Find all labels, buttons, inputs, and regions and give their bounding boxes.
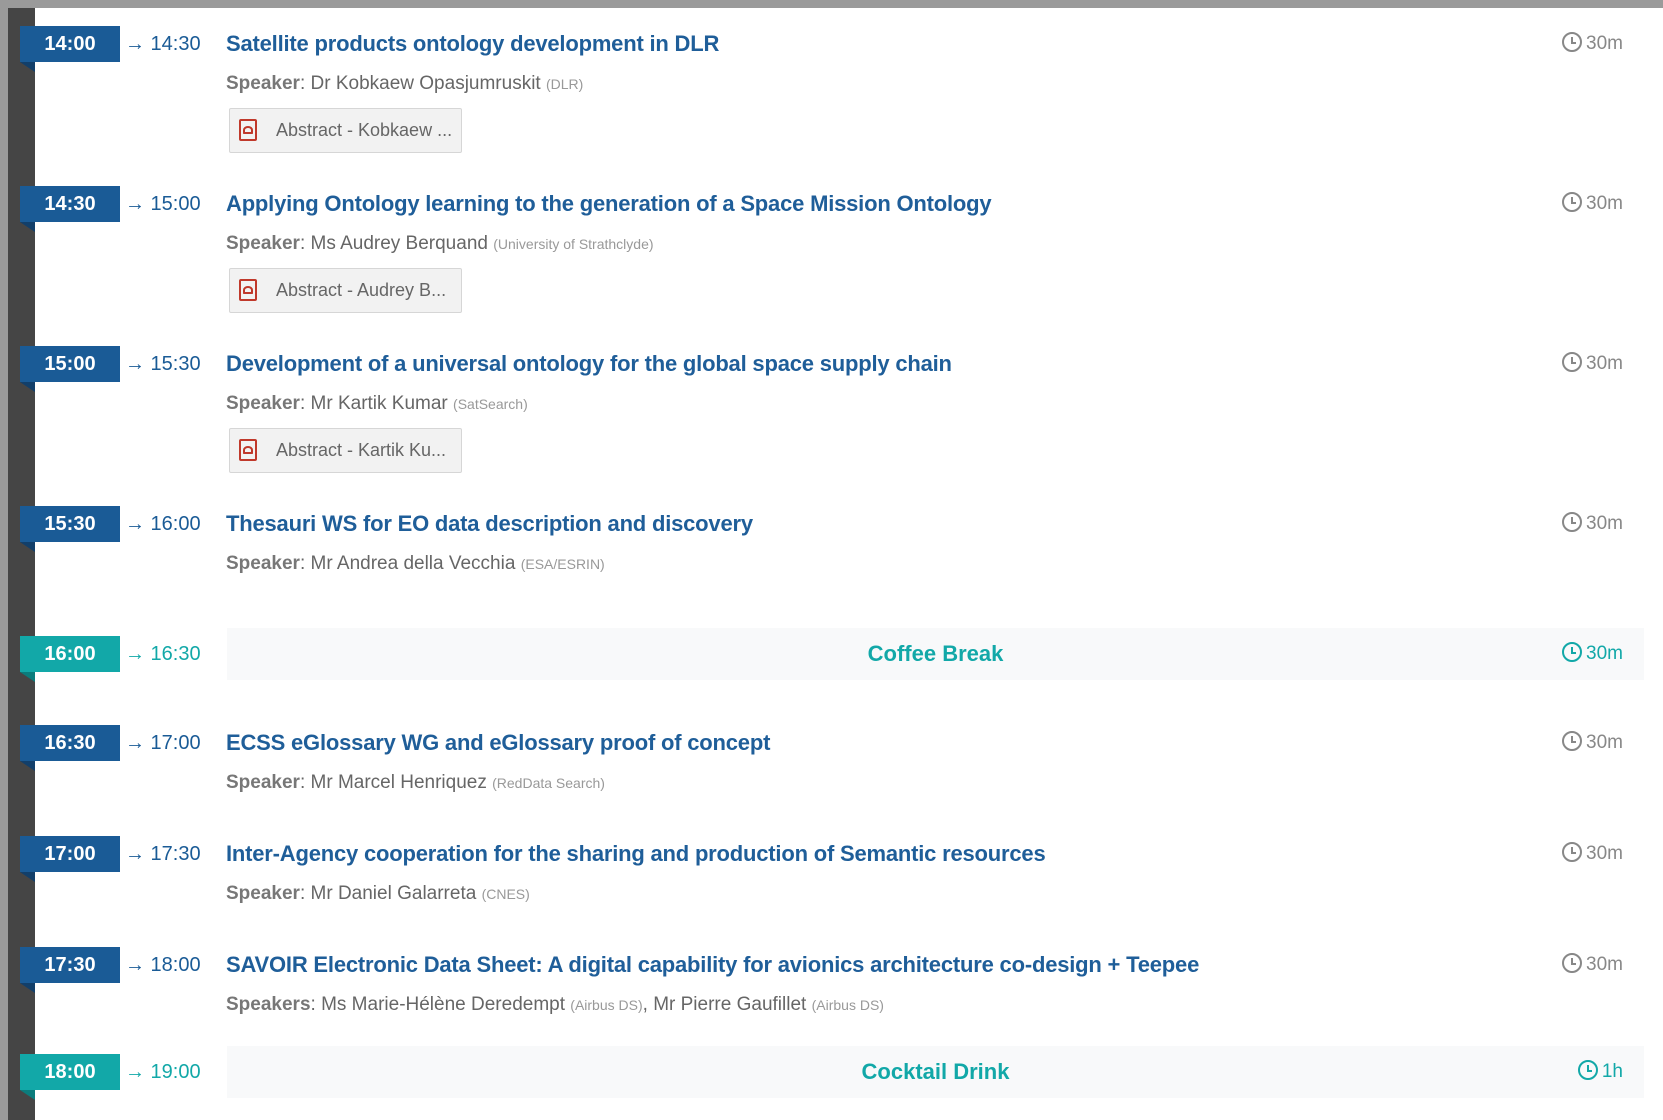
speaker-affiliation: (CNES) <box>481 886 530 902</box>
clock-icon <box>1562 731 1583 751</box>
contribution-title-link[interactable]: Satellite products ontology development … <box>226 26 719 62</box>
clock-icon <box>1562 642 1583 662</box>
break-title: Cocktail Drink <box>861 1059 1010 1084</box>
duration: 1h <box>1577 1054 1623 1090</box>
duration-value: 30m <box>1586 643 1623 664</box>
start-time-badge: 17:00 <box>20 836 120 882</box>
duration-value: 30m <box>1586 193 1623 214</box>
start-time-badge: 16:30 <box>20 725 120 771</box>
end-time: → 15:30 <box>125 353 201 375</box>
duration: 30m <box>1562 947 1623 983</box>
speaker-name: Mr Andrea della Vecchia <box>310 553 516 574</box>
clock-icon <box>1562 512 1583 532</box>
clock-icon <box>1577 1060 1598 1080</box>
speaker2-affiliation: (Airbus DS) <box>811 997 884 1013</box>
duration-value: 30m <box>1586 954 1623 975</box>
duration: 30m <box>1562 836 1623 872</box>
speaker-label: Speaker <box>226 233 300 254</box>
abstract-attachment-button[interactable]: Abstract - Kobkaew ... <box>229 108 462 153</box>
duration: 30m <box>1562 636 1623 672</box>
speaker-affiliation: (University of Strathclyde) <box>493 236 654 252</box>
duration-value: 30m <box>1586 843 1623 864</box>
duration: 30m <box>1562 506 1623 542</box>
duration: 30m <box>1562 346 1623 382</box>
start-time-badge: 18:00 <box>20 1054 120 1100</box>
start-time-badge: 15:00 <box>20 346 120 392</box>
abstract-attachment-button[interactable]: Abstract - Kartik Ku... <box>229 428 462 473</box>
speaker-name: Dr Kobkaew Opasjumruskit <box>310 73 541 94</box>
speaker-affiliation: (ESA/ESRIN) <box>520 556 605 572</box>
contribution-title-link[interactable]: Inter-Agency cooperation for the sharing… <box>226 836 1046 872</box>
clock-icon <box>1562 953 1583 973</box>
speaker-line: Speaker: Ms Audrey Berquand (University … <box>226 233 654 254</box>
speaker-affiliation: (DLR) <box>546 76 584 92</box>
end-time: → 15:00 <box>125 193 201 215</box>
speaker-line: Speaker: Dr Kobkaew Opasjumruskit (DLR) <box>226 73 584 94</box>
abstract-label: Abstract - Audrey B... <box>276 280 447 300</box>
speaker-name: Mr Kartik Kumar <box>310 393 448 414</box>
speaker-name: Mr Daniel Galarreta <box>310 883 477 904</box>
speaker-label: Speaker <box>226 73 300 94</box>
speaker-label: Speaker <box>226 393 300 414</box>
speaker-affiliation: (SatSearch) <box>453 396 528 412</box>
end-time: → 16:00 <box>125 513 201 535</box>
contribution-title-link[interactable]: ECSS eGlossary WG and eGlossary proof of… <box>226 725 770 761</box>
start-time-badge: 16:00 <box>20 636 120 682</box>
pdf-icon <box>239 439 257 461</box>
clock-icon <box>1562 842 1583 862</box>
speaker-line: Speaker: Mr Daniel Galarreta (CNES) <box>226 883 530 904</box>
contribution-title-link[interactable]: SAVOIR Electronic Data Sheet: A digital … <box>226 947 1199 983</box>
duration: 30m <box>1562 725 1623 761</box>
contribution-title-link[interactable]: Thesauri WS for EO data description and … <box>226 506 753 542</box>
speaker-line: Speakers: Ms Marie-Hélène Deredempt (Air… <box>226 994 884 1015</box>
clock-icon <box>1562 192 1583 212</box>
abstract-label: Abstract - Kartik Ku... <box>276 440 447 460</box>
duration-value: 30m <box>1586 353 1623 374</box>
end-time: → 18:00 <box>125 954 201 976</box>
start-time-badge: 14:00 <box>20 26 120 72</box>
speaker-line: Speaker: Mr Kartik Kumar (SatSearch) <box>226 393 528 414</box>
end-time: → 16:30 <box>125 643 201 665</box>
contribution-title-link[interactable]: Development of a universal ontology for … <box>226 346 952 382</box>
speaker-label: Speaker <box>226 553 300 574</box>
duration: 30m <box>1562 26 1623 62</box>
speaker-affiliation: (RedData Search) <box>492 775 605 791</box>
speaker2-name: Mr Pierre Gaufillet <box>653 994 807 1015</box>
duration-value: 30m <box>1586 732 1623 753</box>
end-time: → 17:30 <box>125 843 201 865</box>
start-time-badge: 15:30 <box>20 506 120 552</box>
speaker-label: Speakers <box>226 994 311 1015</box>
duration-value: 30m <box>1586 33 1623 54</box>
speaker-name: Ms Audrey Berquand <box>310 233 488 254</box>
abstract-attachment-button[interactable]: Abstract - Audrey B... <box>229 268 462 313</box>
clock-icon <box>1562 32 1583 52</box>
speaker-name: Mr Marcel Henriquez <box>310 772 487 793</box>
end-time: → 14:30 <box>125 33 201 55</box>
duration-value: 1h <box>1601 1061 1623 1082</box>
speaker-name: Ms Marie-Hélène Deredempt <box>321 994 565 1015</box>
abstract-label: Abstract - Kobkaew ... <box>276 120 453 140</box>
speaker-affiliation: (Airbus DS) <box>570 997 643 1013</box>
end-time: → 17:00 <box>125 732 201 754</box>
start-time-badge: 17:30 <box>20 947 120 993</box>
speaker-line: Speaker: Mr Marcel Henriquez (RedData Se… <box>226 772 605 793</box>
start-time-badge: 14:30 <box>20 186 120 232</box>
pdf-icon <box>239 279 257 301</box>
timetable-page: 14:00 → 14:30 Satellite products ontolog… <box>8 8 1663 1120</box>
end-time: → 19:00 <box>125 1061 201 1083</box>
speaker-label: Speaker <box>226 772 300 793</box>
speaker-line: Speaker: Mr Andrea della Vecchia (ESA/ES… <box>226 553 605 574</box>
pdf-icon <box>239 119 257 141</box>
speaker-label: Speaker <box>226 883 300 904</box>
duration-value: 30m <box>1586 513 1623 534</box>
contribution-title-link[interactable]: Applying Ontology learning to the genera… <box>226 186 992 222</box>
duration: 30m <box>1562 186 1623 222</box>
break-title: Coffee Break <box>867 641 1004 666</box>
clock-icon <box>1562 352 1583 372</box>
